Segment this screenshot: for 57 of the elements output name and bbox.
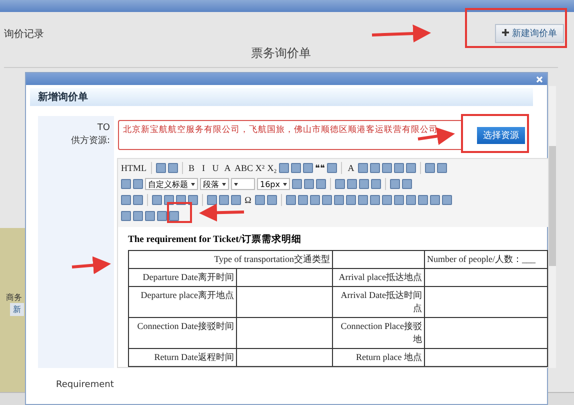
toolbar-button[interactable]: B (186, 162, 196, 174)
toolbar-icon[interactable] (382, 163, 392, 173)
toolbar-icon[interactable] (406, 163, 416, 173)
section-title: 询价记录 (4, 28, 44, 40)
new-inquiry-button[interactable]: 新建询价单 (495, 24, 564, 43)
annotation-arrow (372, 24, 431, 43)
toolbar-dropdown[interactable] (231, 178, 255, 190)
table-cell: Type of transportation交通类型 (128, 250, 332, 268)
annotation-arrow (199, 204, 244, 222)
annotation-frame (461, 114, 529, 153)
row-button[interactable]: 新 (10, 303, 24, 316)
table-cell: Connection Place接驳地 (332, 318, 424, 348)
table-cell: Number of people/人数：___ (424, 250, 548, 268)
toolbar-button[interactable]: X₂ (267, 162, 278, 174)
rich-text-editor[interactable] (117, 158, 549, 368)
field-label: Requirement (56, 380, 114, 390)
form-title: 票务询价单 (4, 45, 558, 68)
toolbar-dropdown[interactable]: 16px (257, 178, 290, 190)
toolbar-icon[interactable] (394, 163, 404, 173)
toolbar-button[interactable]: X² (255, 162, 266, 174)
close-icon[interactable] (536, 76, 543, 82)
dialog-header: 新增询价单 (30, 88, 533, 106)
toolbar-icon[interactable] (279, 163, 290, 173)
table-cell: Arrival place抵达地点 (332, 268, 424, 286)
toolbar-icon[interactable] (370, 163, 380, 173)
scrollbar[interactable] (549, 86, 556, 368)
content-heading: The requirement for Ticket/订票需求明细 (128, 233, 302, 246)
toolbar-dropdown[interactable]: 自定义标题 (145, 178, 198, 190)
toolbar-icon[interactable] (291, 163, 302, 173)
toolbar-icon[interactable] (425, 163, 436, 173)
field-label: TO (97, 123, 110, 133)
toolbar-dropdown[interactable]: 段落 (200, 178, 229, 190)
toolbar-button[interactable]: ABC (234, 162, 254, 174)
supplier-field[interactable]: 北京新宝航航空服务有限公司，飞航国旅，佛山市顺德区顺港客运联营有限公司 (118, 120, 463, 150)
toolbar-icon[interactable] (437, 163, 448, 173)
annotation-arrow (72, 256, 111, 274)
field-label: 供方资源: (70, 134, 110, 147)
toolbar-button[interactable]: Ω (243, 194, 253, 206)
toolbar-button[interactable]: U (210, 162, 220, 174)
toolbar-button[interactable]: HTML (121, 162, 146, 174)
table-cell: Return Date返程时间 (128, 348, 236, 366)
annotation-frame (167, 202, 192, 223)
choose-resource-button[interactable]: 选择资源 (477, 126, 525, 144)
toolbar-button[interactable]: A (346, 162, 356, 174)
row-label: 商务 (6, 292, 22, 303)
toolbar-button[interactable]: ❝❝ (315, 162, 326, 174)
table-cell: Return place 地点 (332, 348, 424, 366)
table-cell: Departure Date离开时间 (128, 268, 236, 286)
plus-icon (502, 29, 510, 36)
toolbar-icon[interactable] (327, 163, 338, 173)
table-cell: Connection Date接驳时间 (128, 318, 236, 348)
table-cell: Arrival Date抵达时间点 (332, 286, 424, 318)
table-cell: Departure place离开地点 (128, 286, 236, 318)
toolbar-button[interactable]: A (222, 162, 232, 174)
toolbar-icon[interactable] (358, 163, 368, 173)
toolbar-button[interactable]: I (198, 162, 208, 174)
toolbar-icon[interactable] (303, 163, 314, 173)
